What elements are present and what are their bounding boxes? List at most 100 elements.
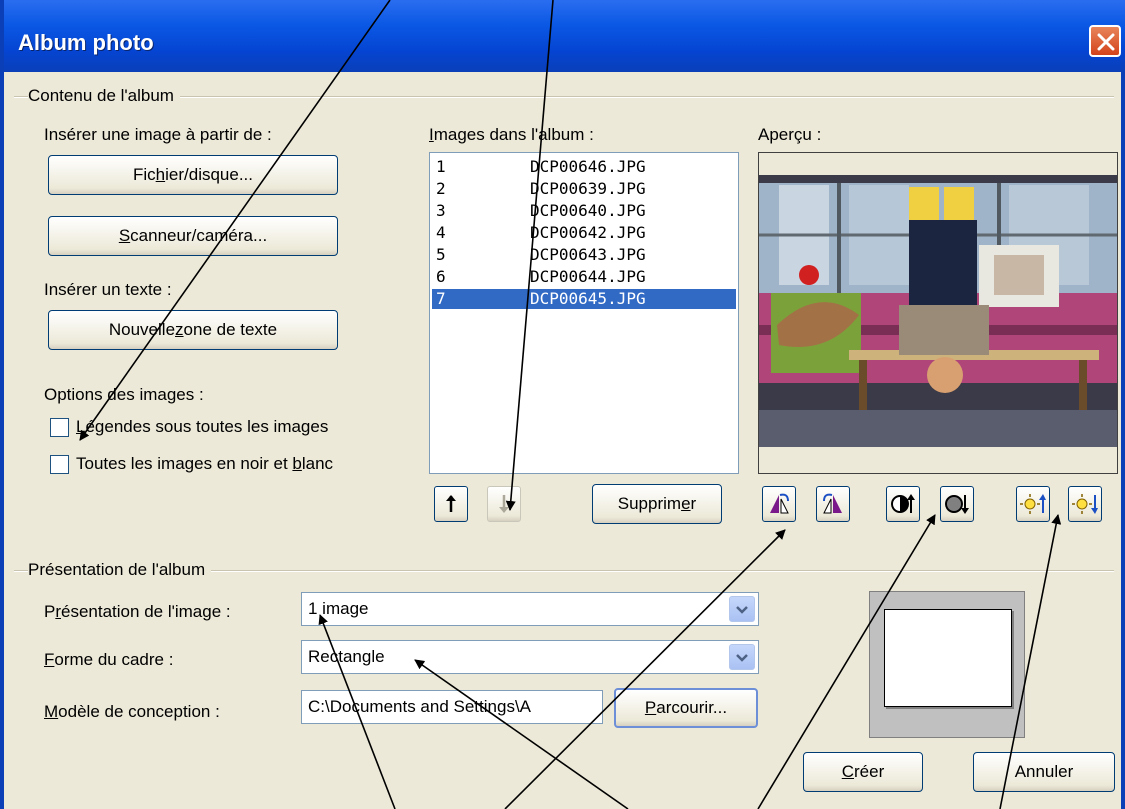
bw-label-a: Toutes les images en noir et — [76, 454, 293, 473]
image-filename: DCP00646.JPG — [530, 157, 646, 176]
new-textbox-button[interactable]: Nouvelle z one de texte — [48, 310, 338, 350]
file-button-label-c: ier/disque... — [165, 165, 254, 184]
delete-label-b: e — [681, 494, 691, 513]
arrow-down-icon — [499, 495, 509, 513]
image-options-label: Options des images : — [44, 385, 204, 404]
image-number: 4 — [436, 223, 446, 242]
image-filename: DCP00640.JPG — [530, 201, 646, 220]
image-number: 6 — [436, 267, 446, 286]
picture-layout-value: 1 image — [308, 599, 369, 618]
list-item[interactable]: 5 DCP00643.JPG — [432, 245, 736, 265]
captions-label-c: égendes sous toutes les images — [85, 417, 329, 436]
list-item[interactable]: 1 DCP00646.JPG — [432, 157, 736, 177]
close-icon — [1097, 33, 1115, 51]
list-item[interactable]: 7 DCP00645.JPG — [432, 289, 736, 309]
images-listbox[interactable]: 1 DCP00646.JPG 2 DCP00639.JPG 3 DCP00640.JPG 4… — [429, 152, 739, 474]
layout-preview — [869, 591, 1025, 738]
close-button[interactable] — [1089, 25, 1121, 57]
black-white-checkbox[interactable] — [50, 455, 69, 474]
textbox-button-label-a: Nouvelle — [108, 320, 176, 339]
insert-text-label: Insérer un texte : — [44, 280, 172, 299]
delete-label-a: Supprim — [617, 494, 682, 513]
create-button[interactable]: Créer — [803, 752, 923, 792]
chevron-down-icon — [736, 606, 748, 614]
design-template-label-b: odèle de conception : — [58, 702, 220, 721]
list-item[interactable]: 6 DCP00644.JPG — [432, 267, 736, 287]
chevron-down-icon — [736, 654, 748, 662]
brightness-down-button[interactable] — [1068, 486, 1102, 522]
scanner-button-label-b: S — [118, 226, 131, 245]
browse-label-b: arcourir... — [656, 698, 728, 717]
brightness-down-icon — [1072, 494, 1098, 514]
title-bar[interactable]: Album photo — [4, 0, 1125, 72]
brightness-up-button[interactable] — [1016, 486, 1050, 522]
delete-button[interactable]: Supprim e r — [592, 484, 722, 524]
picture-layout-label-c: ésentation de l'image : — [61, 602, 231, 621]
image-filename: DCP00639.JPG — [530, 179, 646, 198]
rotate-left-button[interactable] — [762, 486, 796, 522]
frame-shape-label: Forme du cadre : — [44, 650, 173, 670]
move-down-button[interactable] — [487, 486, 521, 522]
list-item[interactable]: 3 DCP00640.JPG — [432, 201, 736, 221]
design-template-label-a: M — [44, 702, 59, 721]
image-number: 3 — [436, 201, 446, 220]
list-item[interactable]: 2 DCP00639.JPG — [432, 179, 736, 199]
black-white-checkbox-label[interactable]: Toutes les images en noir et blanc — [76, 454, 333, 474]
browse-button[interactable]: Parcourir... — [614, 688, 758, 728]
dropdown-button[interactable] — [729, 596, 755, 622]
rotate-left-icon — [770, 493, 789, 514]
delete-label-c: r — [690, 494, 697, 513]
frame-shape-select[interactable]: Rectangle — [301, 640, 759, 674]
picture-layout-label-a: P — [44, 602, 56, 621]
contrast-down-button[interactable] — [940, 486, 974, 522]
textbox-button-label-c: one de texte — [183, 320, 278, 339]
file-button-label-b: h — [155, 165, 166, 184]
preview-image — [759, 175, 1117, 447]
contrast-up-button[interactable] — [886, 486, 920, 522]
layout-preview-page — [884, 609, 1012, 707]
preview-frame — [758, 152, 1118, 474]
image-number: 2 — [436, 179, 446, 198]
image-number: 5 — [436, 245, 446, 264]
picture-layout-label: Présentation de l'image : — [44, 602, 231, 622]
file-button-label-a: Fic — [132, 165, 156, 184]
scanner-camera-button[interactable]: Scanneur/caméra... — [48, 216, 338, 256]
image-number: 1 — [436, 157, 446, 176]
album-photo-dialog: Album photo Contenu de l'album Insérer u… — [0, 0, 1125, 809]
frame-shape-label-a: F — [44, 650, 55, 669]
image-filename: DCP00644.JPG — [530, 267, 646, 286]
image-filename: DCP00643.JPG — [530, 245, 646, 264]
captions-checkbox-label[interactable]: Légendes sous toutes les images — [76, 417, 328, 437]
frame-shape-label-b: orme du cadre : — [54, 650, 174, 669]
create-label-b: réer — [854, 762, 885, 781]
contrast-down-icon — [945, 495, 969, 514]
create-label-a: C — [841, 762, 855, 781]
layout-group-label: Présentation de l'album — [28, 560, 212, 580]
rotate-right-button[interactable] — [816, 486, 850, 522]
textbox-button-label-b: z — [175, 320, 184, 339]
arrow-up-icon — [446, 495, 456, 512]
design-template-field[interactable]: C:\Documents and Settings\A — [301, 690, 603, 724]
contrast-up-icon — [891, 494, 915, 513]
bw-label-b: b — [292, 454, 302, 473]
dropdown-button[interactable] — [729, 644, 755, 670]
captions-checkbox[interactable] — [50, 418, 69, 437]
design-template-label: Modèle de conception : — [44, 702, 220, 722]
images-list-label: Images dans l'album : — [429, 125, 594, 145]
rotate-right-icon — [823, 493, 842, 514]
insert-image-label: Insérer une image à partir de : — [44, 125, 272, 144]
preview-label: Aperçu : — [758, 125, 822, 144]
content-group-label: Contenu de l'album — [28, 86, 180, 106]
image-number: 7 — [436, 289, 446, 308]
cancel-button[interactable]: Annuler — [973, 752, 1115, 792]
move-up-button[interactable] — [434, 486, 468, 522]
window-title: Album photo — [18, 30, 154, 55]
picture-layout-select[interactable]: 1 image — [301, 592, 759, 626]
images-list-label-b: mages dans l'album : — [433, 125, 594, 144]
brightness-up-icon — [1020, 494, 1046, 514]
cancel-label: Annuler — [1014, 762, 1074, 781]
file-disk-button[interactable]: Fic h ier/disque... — [48, 155, 338, 195]
frame-shape-value: Rectangle — [308, 647, 385, 666]
list-item[interactable]: 4 DCP00642.JPG — [432, 223, 736, 243]
design-template-value: C:\Documents and Settings\A — [308, 697, 532, 716]
